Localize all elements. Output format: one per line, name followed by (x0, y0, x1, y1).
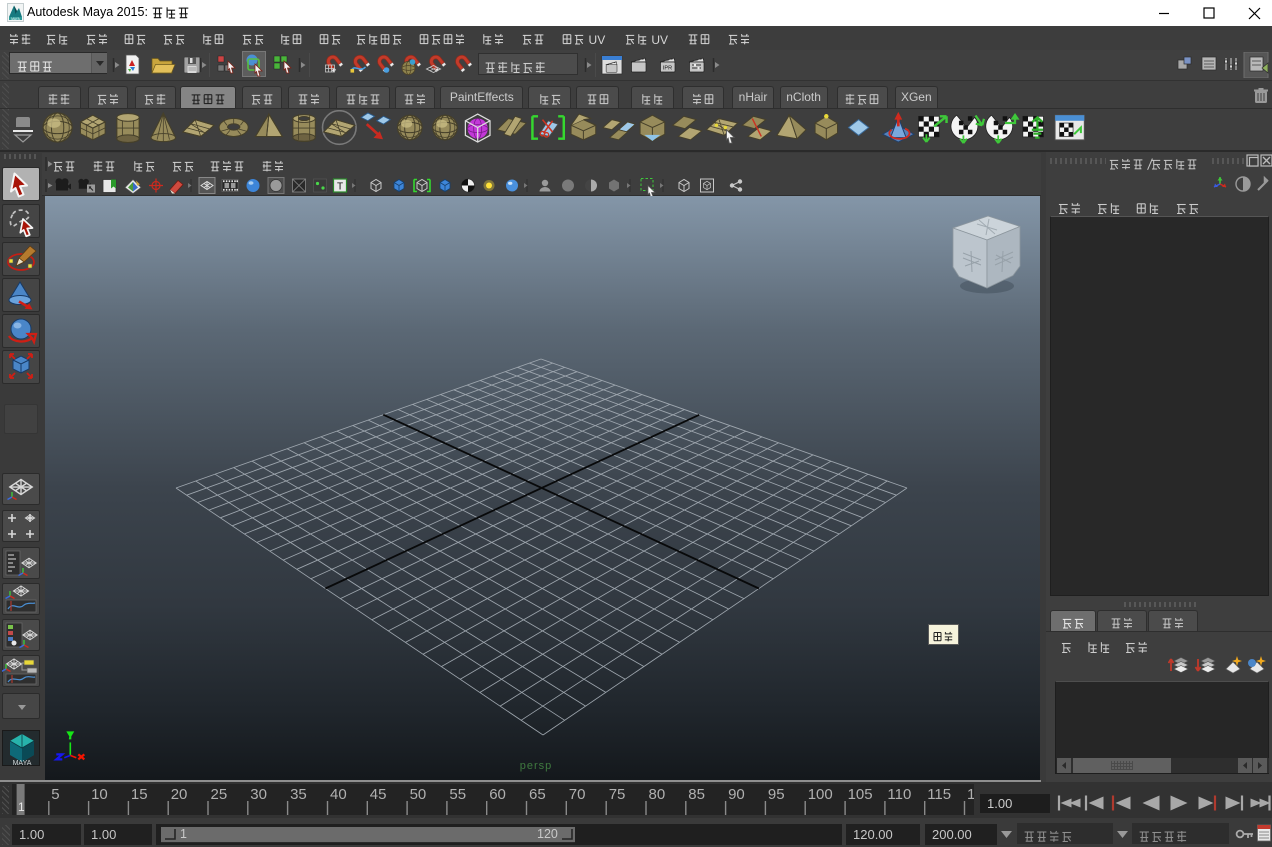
svg-text:30: 30 (250, 786, 267, 803)
svg-text:70: 70 (569, 786, 586, 803)
svg-text:90: 90 (728, 786, 745, 803)
svg-text:5: 5 (51, 786, 59, 803)
svg-text:105: 105 (848, 786, 873, 803)
svg-text:80: 80 (649, 786, 666, 803)
svg-text:65: 65 (529, 786, 546, 803)
svg-text:120: 120 (967, 786, 974, 803)
svg-text:IPR: IPR (663, 66, 672, 72)
svg-text:10: 10 (91, 786, 108, 803)
svg-text:T: T (337, 182, 343, 193)
svg-text:35: 35 (290, 786, 307, 803)
svg-text:115: 115 (927, 786, 951, 803)
svg-text:MAYA: MAYA (11, 17, 20, 21)
svg-text:110: 110 (887, 786, 911, 803)
svg-text:20: 20 (171, 786, 188, 803)
svg-text:95: 95 (768, 786, 785, 803)
svg-text:1: 1 (18, 800, 25, 814)
svg-text:100: 100 (808, 786, 833, 803)
svg-text:25: 25 (211, 786, 228, 803)
svg-text:MAYA: MAYA (13, 760, 32, 767)
svg-text:55: 55 (449, 786, 466, 803)
svg-text:50: 50 (410, 786, 427, 803)
svg-text:85: 85 (688, 786, 705, 803)
svg-text:60: 60 (489, 786, 506, 803)
svg-text:15: 15 (131, 786, 148, 803)
svg-text:45: 45 (370, 786, 387, 803)
svg-text:75: 75 (609, 786, 626, 803)
svg-text:40: 40 (330, 786, 347, 803)
